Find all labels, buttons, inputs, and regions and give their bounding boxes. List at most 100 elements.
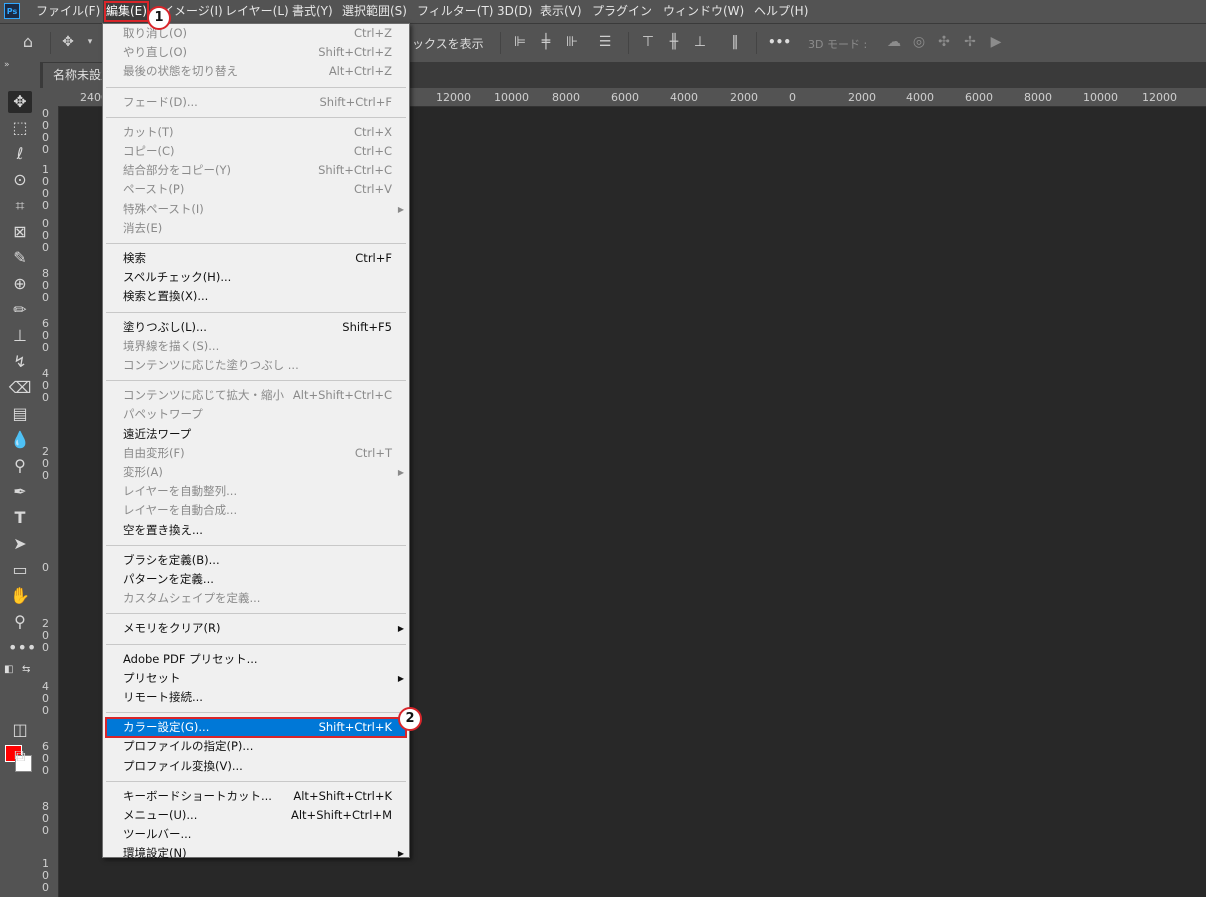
pen-tool-icon[interactable]: ✒ <box>8 481 32 503</box>
shape-tool-icon[interactable]: ▭ <box>8 559 32 581</box>
blur-tool-icon[interactable]: 💧 <box>8 429 32 451</box>
ruler-tick: 0 <box>789 91 796 104</box>
menu-type[interactable]: 書式(Y) <box>289 0 336 23</box>
align-center-icon[interactable]: ╪ <box>538 34 554 50</box>
menu-help[interactable]: ヘルプ(H) <box>751 0 811 23</box>
align-top-icon[interactable]: ⊤ <box>640 34 656 50</box>
menu-select[interactable]: 選択範囲(S) <box>339 0 410 23</box>
menu-item[interactable]: プロファイルの指定(P)... <box>106 737 406 756</box>
menu-3d[interactable]: 3D(D) <box>494 0 535 23</box>
menu-plugins[interactable]: プラグイン <box>589 0 655 23</box>
menu-item-label: カット(T) <box>123 124 174 139</box>
menu-item[interactable]: ペースト(P) Ctrl+V <box>106 180 406 199</box>
home-icon[interactable]: ⌂ <box>20 34 36 50</box>
menu-item[interactable]: Adobe PDF プリセット... <box>106 650 406 669</box>
path-select-tool-icon[interactable]: ➤ <box>8 533 32 555</box>
gradient-tool-icon[interactable]: ▤ <box>8 403 32 425</box>
swap-colors-icon[interactable]: ⇆ <box>22 664 30 675</box>
lasso-tool-icon[interactable]: ℓ <box>8 143 32 165</box>
hand-tool-icon[interactable]: ✋ <box>8 585 32 607</box>
menu-item[interactable]: メニュー(U)... Alt+Shift+Ctrl+M <box>106 806 406 825</box>
menu-item[interactable]: メモリをクリア(R) ▶ <box>106 619 406 638</box>
menu-item[interactable]: 結合部分をコピー(Y) Shift+Ctrl+C <box>106 161 406 180</box>
menu-item[interactable]: コンテンツに応じた塗りつぶし ... <box>106 356 406 375</box>
align-right-icon[interactable]: ⊪ <box>564 34 580 50</box>
type-tool-icon[interactable]: T <box>8 507 32 529</box>
menu-separator <box>106 544 406 546</box>
menu-item-label: 環境設定(N) <box>123 846 187 861</box>
frame-tool-icon[interactable]: ⊠ <box>8 221 32 243</box>
menu-file[interactable]: ファイル(F) <box>33 0 103 23</box>
brush-tool-icon[interactable]: ✏ <box>8 299 32 321</box>
menu-item[interactable]: パターンを定義... <box>106 570 406 589</box>
distribute-vertical-icon[interactable]: ‖ <box>727 34 743 50</box>
menu-view[interactable]: 表示(V) <box>537 0 585 23</box>
ruler-tick: 2000 <box>730 91 758 104</box>
menu-item[interactable]: 空を置き換え... <box>106 521 406 540</box>
eraser-tool-icon[interactable]: ⌫ <box>8 377 32 399</box>
ruler-tick: 4000 <box>906 91 934 104</box>
menu-window[interactable]: ウィンドウ(W) <box>660 0 747 23</box>
options-divider <box>50 32 51 54</box>
document-tab[interactable]: 名称未設定 <box>43 63 103 88</box>
menu-layer[interactable]: レイヤー(L) <box>222 0 292 23</box>
menu-item[interactable]: レイヤーを自動合成... <box>106 501 406 520</box>
quick-select-tool-icon[interactable]: ⊙ <box>8 169 32 191</box>
menu-item[interactable]: 検索と置換(X)... <box>106 287 406 306</box>
history-brush-tool-icon[interactable]: ↯ <box>8 351 32 373</box>
edit-menu-dropdown: 取り消し(O) Ctrl+Z やり直し(O) Shift+Ctrl+Z 最後の状態を切り… <box>102 23 410 860</box>
menu-item[interactable]: 最後の状態を切り替え Alt+Ctrl+Z <box>106 62 406 81</box>
menu-item[interactable]: 遠近法ワープ <box>106 425 406 444</box>
menu-item[interactable]: 自由変形(F) Ctrl+T <box>106 444 406 463</box>
menu-edit[interactable]: 編集(E) <box>103 0 150 23</box>
menu-item[interactable]: 変形(A) ▶ <box>106 463 406 482</box>
menu-item-label: レイヤーを自動整列... <box>123 484 238 499</box>
quick-mask-icon[interactable]: ◫ <box>8 719 32 741</box>
menu-item[interactable]: ブラシを定義(B)... <box>106 551 406 570</box>
screen-mode-icon[interactable]: ⧉ <box>8 745 32 767</box>
menu-filter[interactable]: フィルター(T) <box>414 0 496 23</box>
menu-item[interactable]: 塗りつぶし(L)... Shift+F5 <box>106 318 406 337</box>
crop-tool-icon[interactable]: ⌗ <box>8 195 32 217</box>
edit-toolbar-icon[interactable]: ••• <box>8 637 36 659</box>
menu-item[interactable]: スペルチェック(H)... <box>106 268 406 287</box>
menu-item[interactable]: 特殊ペースト(I) ▶ <box>106 200 406 219</box>
move-tool-icon[interactable]: ✥ <box>60 34 76 50</box>
menu-item[interactable]: 境界線を描く(S)... <box>106 337 406 356</box>
zoom-tool-icon[interactable]: ⚲ <box>8 611 32 633</box>
distribute-icon[interactable]: ☰ <box>597 34 613 50</box>
show-transform-label[interactable]: ックスを表示 <box>412 35 484 52</box>
menu-item[interactable]: プロファイル変換(V)... <box>106 757 406 776</box>
menu-item[interactable]: ツールバー... <box>106 825 406 844</box>
align-bottom-icon[interactable]: ⊥ <box>692 34 708 50</box>
chevron-down-icon[interactable]: ▾ <box>82 34 98 50</box>
marquee-tool-icon[interactable]: ⬚ <box>8 117 32 139</box>
more-options-button[interactable]: ••• <box>768 35 791 49</box>
menu-item-label: リモート接続... <box>123 690 203 704</box>
menu-item[interactable]: コピー(C) Ctrl+C <box>106 142 406 161</box>
move-tool-icon[interactable]: ✥ <box>8 91 32 113</box>
menu-item[interactable]: プリセット ▶ <box>106 669 406 688</box>
menu-item[interactable]: パペットワープ <box>106 405 406 424</box>
align-middle-icon[interactable]: ╫ <box>666 34 682 50</box>
ruler-tick: 4 0 0 <box>42 680 49 717</box>
stamp-tool-icon[interactable]: ⊥ <box>8 325 32 347</box>
align-left-icon[interactable]: ⊫ <box>512 34 528 50</box>
menu-item[interactable]: 検索 Ctrl+F <box>106 249 406 268</box>
menu-item-color-settings[interactable]: カラー設定(G)... Shift+Ctrl+K <box>105 717 407 739</box>
menu-item[interactable]: リモート接続... <box>106 688 406 707</box>
menu-item[interactable]: レイヤーを自動整列... <box>106 482 406 501</box>
menu-item[interactable]: やり直し(O) Shift+Ctrl+Z <box>106 43 406 62</box>
menu-item[interactable]: 消去(E) <box>106 219 406 238</box>
menu-item[interactable]: カスタムシェイプを定義... <box>106 589 406 608</box>
menu-item[interactable]: カット(T) Ctrl+X <box>106 123 406 142</box>
menu-item[interactable]: キーボードショートカット... Alt+Shift+Ctrl+K <box>106 787 406 806</box>
default-colors-icon[interactable]: ◧ <box>4 664 13 675</box>
collapse-panel-icon[interactable]: » <box>4 60 10 70</box>
menu-item[interactable]: フェード(D)... Shift+Ctrl+F <box>106 93 406 112</box>
healing-brush-tool-icon[interactable]: ⊕ <box>8 273 32 295</box>
menu-item[interactable]: コンテンツに応じて拡大・縮小 Alt+Shift+Ctrl+C <box>106 386 406 405</box>
dodge-tool-icon[interactable]: ⚲ <box>8 455 32 477</box>
eyedropper-tool-icon[interactable]: ✎ <box>8 247 32 269</box>
menu-item[interactable]: 環境設定(N) ▶ <box>106 844 406 863</box>
